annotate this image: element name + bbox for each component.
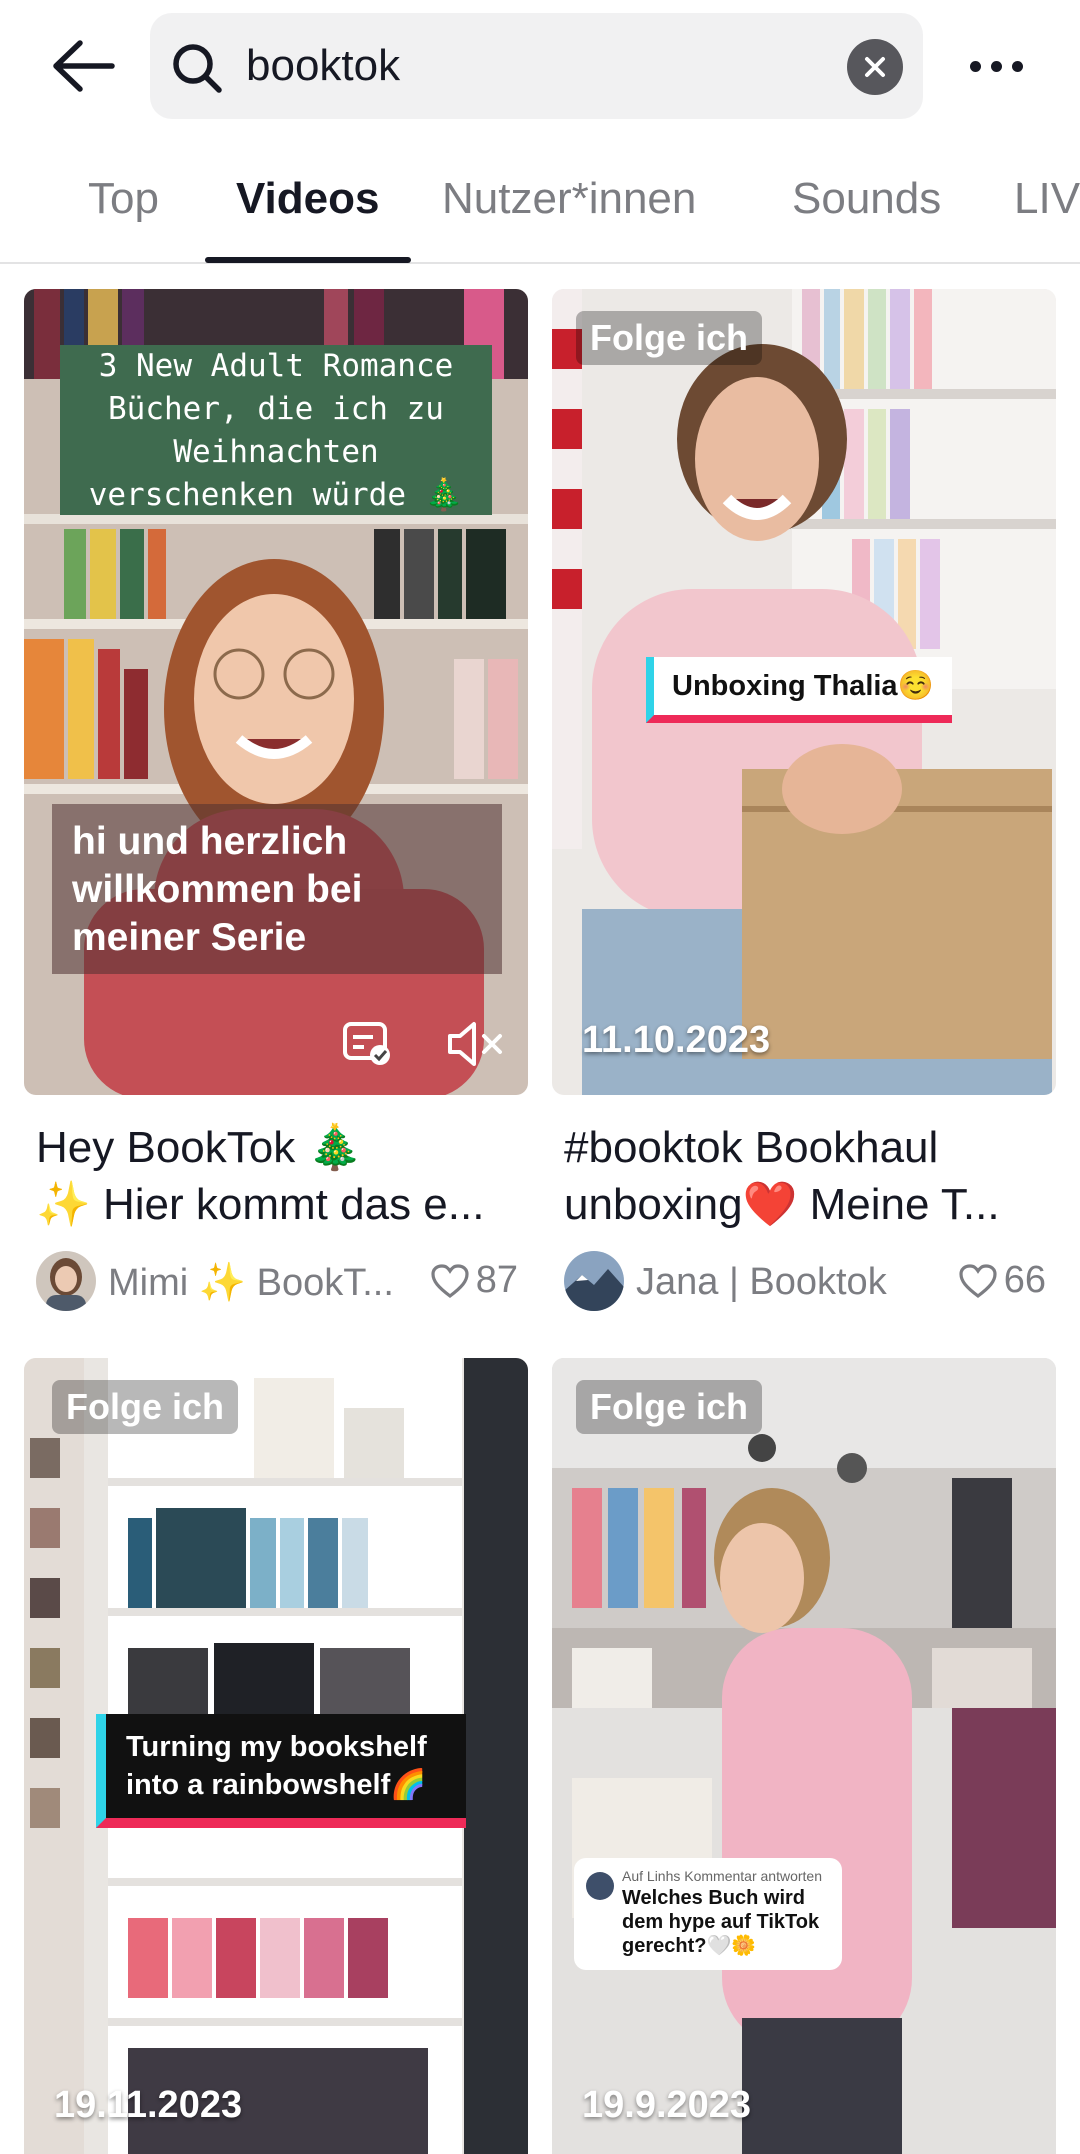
magnifier-icon <box>173 44 222 93</box>
ellipsis-icon <box>969 60 981 72</box>
video-title[interactable]: Hey BookTok 🎄 ✨ Hier kommt das e... <box>36 1119 526 1233</box>
commenter-avatar <box>586 1872 614 1900</box>
results-tabs: Top Videos Nutzer*innen Sounds LIV <box>0 160 1080 264</box>
tab-videos[interactable]: Videos <box>236 174 379 224</box>
heart-outline-icon <box>431 1263 469 1298</box>
tab-users[interactable]: Nutzer*innen <box>442 174 696 224</box>
muted-speaker-icon[interactable] <box>446 1019 506 1069</box>
video-thumbnail[interactable]: Folge ich Auf Linhs Kommentar antworten … <box>552 1358 1056 2154</box>
video-meta: Jana | Booktok 66 <box>564 1249 1056 1313</box>
captions-icon[interactable] <box>342 1021 392 1067</box>
comment-reply-sticker: Auf Linhs Kommentar antworten Welches Bu… <box>574 1858 842 1970</box>
heart-outline-icon <box>959 1263 997 1298</box>
video-thumbnail[interactable]: Folge ich Turning my bookshelf into a ra… <box>24 1358 528 2154</box>
video-thumbnail[interactable]: Folge ich Unboxing Thalia☺️ 11.10.2023 <box>552 289 1056 1095</box>
video-meta: Mimi ✨ BookT... 87 <box>36 1249 528 1313</box>
video-label: Unboxing Thalia☺️ <box>646 657 952 723</box>
video-date: 11.10.2023 <box>582 1019 771 1061</box>
back-button[interactable] <box>48 30 120 102</box>
following-badge: Folge ich <box>576 311 763 365</box>
video-card[interactable]: 3 New Adult Romance Bücher, die ich zu W… <box>24 289 528 1319</box>
video-date: 19.9.2023 <box>582 2084 752 2126</box>
top-bar <box>0 0 1080 130</box>
search-box[interactable] <box>150 13 923 119</box>
author-name[interactable]: Jana | Booktok <box>636 1261 887 1304</box>
author-avatar[interactable] <box>36 1251 96 1311</box>
clear-search-button[interactable] <box>847 39 903 95</box>
author-name[interactable]: Mimi ✨ BookT... <box>108 1261 394 1305</box>
video-card[interactable]: Folge ich Unboxing Thalia☺️ 11.10.2023 #… <box>552 289 1056 1319</box>
video-overlay-text: 3 New Adult Romance Bücher, die ich zu W… <box>60 345 492 515</box>
video-caption-overlay: hi und herzlich willkommen bei meiner Se… <box>52 804 502 974</box>
author-avatar[interactable] <box>564 1251 624 1311</box>
active-tab-indicator <box>205 257 411 263</box>
arrow-left-icon <box>53 40 115 92</box>
tab-live[interactable]: LIV <box>1014 174 1080 224</box>
more-options-button[interactable] <box>960 40 1032 92</box>
tab-sounds[interactable]: Sounds <box>792 174 941 224</box>
like-count: 87 <box>430 1259 518 1302</box>
search-input[interactable] <box>246 31 786 101</box>
close-icon <box>865 57 885 77</box>
following-badge: Folge ich <box>576 1380 763 1434</box>
video-title[interactable]: #booktok Bookhaul unboxing❤️ Meine T... <box>564 1119 1054 1233</box>
tab-top[interactable]: Top <box>88 174 159 224</box>
video-label: Turning my bookshelf into a rainbowshelf… <box>96 1714 466 1828</box>
video-date: 19.11.2023 <box>54 2084 243 2126</box>
following-badge: Folge ich <box>52 1380 239 1434</box>
video-card[interactable]: Folge ich Turning my bookshelf into a ra… <box>24 1358 528 2154</box>
video-card[interactable]: Folge ich Auf Linhs Kommentar antworten … <box>552 1358 1056 2154</box>
video-thumbnail[interactable]: 3 New Adult Romance Bücher, die ich zu W… <box>24 289 528 1095</box>
like-count: 66 <box>958 1259 1046 1302</box>
thumbnail-image <box>552 1358 1056 2154</box>
